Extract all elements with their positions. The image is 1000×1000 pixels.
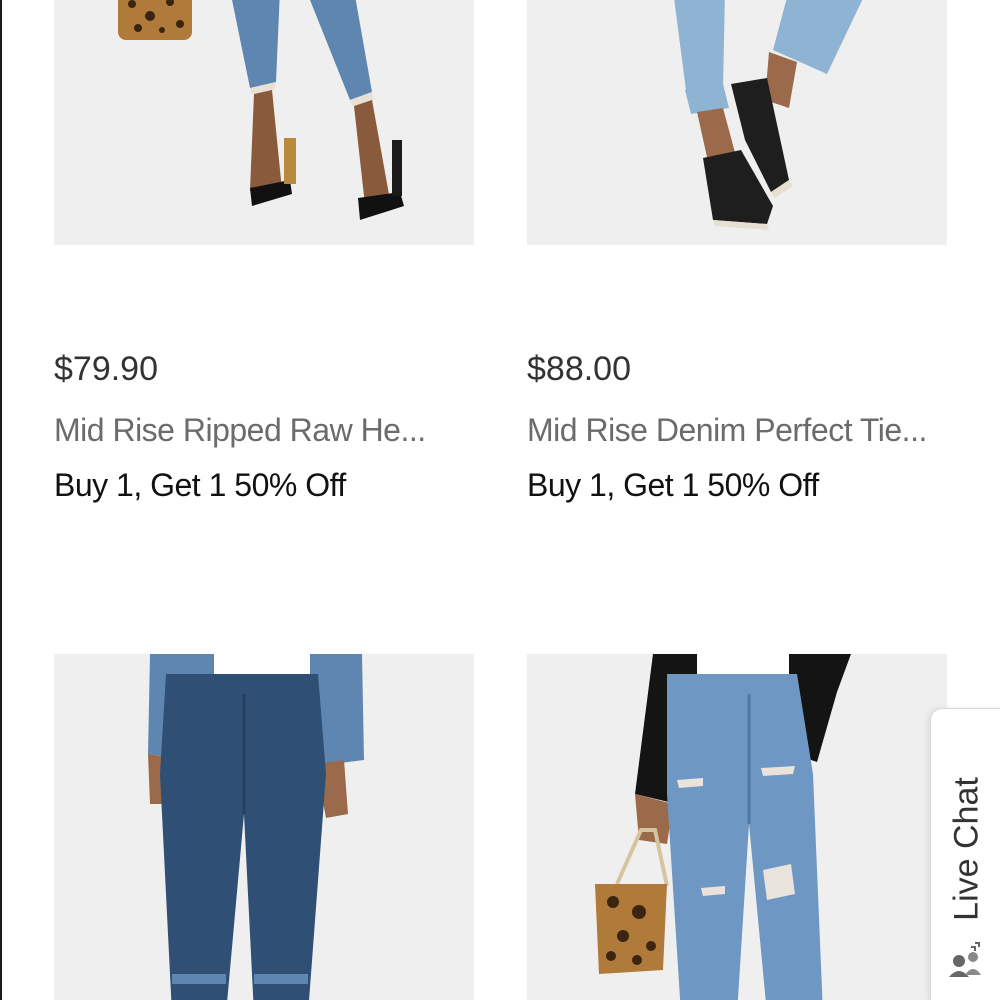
product-card[interactable] (54, 654, 474, 1000)
product-photo (527, 654, 947, 1000)
product-photo (54, 654, 474, 1000)
product-card[interactable]: $79.90 Mid Rise Ripped Raw He... Buy 1, … (54, 0, 474, 504)
chat-people-icon (945, 939, 985, 979)
product-promo: Buy 1, Get 1 50% Off (527, 467, 819, 503)
leopard-bag-graphic (118, 0, 192, 40)
product-title[interactable]: Mid Rise Ripped Raw He... (54, 412, 474, 449)
product-card[interactable] (527, 654, 947, 1000)
product-title[interactable]: Mid Rise Denim Perfect Tie... (527, 412, 947, 449)
product-card[interactable]: $88.00 Mid Rise Denim Perfect Tie... Buy… (527, 0, 947, 504)
viewport-edge (0, 0, 2, 1000)
product-image[interactable] (54, 654, 474, 1000)
product-price: $88.00 (527, 350, 631, 388)
product-price: $79.90 (54, 350, 158, 388)
product-grid-page: $79.90 Mid Rise Ripped Raw He... Buy 1, … (0, 0, 1000, 1000)
product-photo (54, 0, 474, 245)
product-image[interactable] (527, 654, 947, 1000)
live-chat-tab[interactable]: Live Chat (930, 708, 1000, 1000)
live-chat-label: Live Chat (947, 777, 986, 921)
product-photo (527, 0, 947, 245)
product-image[interactable] (54, 0, 474, 245)
product-image[interactable] (527, 0, 947, 245)
product-promo: Buy 1, Get 1 50% Off (54, 467, 346, 503)
